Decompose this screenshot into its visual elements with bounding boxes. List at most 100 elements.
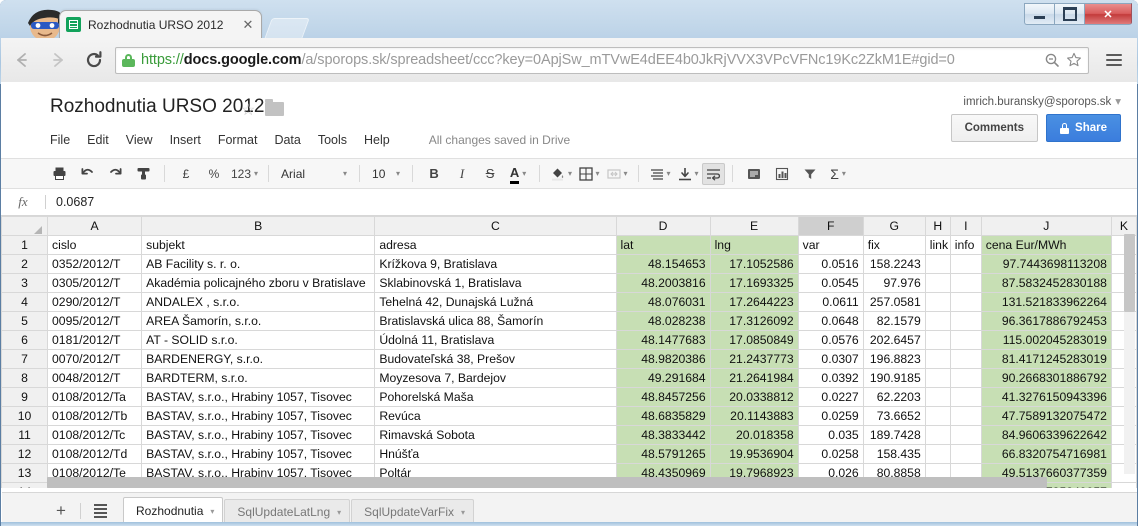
- zoom-out-icon[interactable]: [1044, 52, 1060, 68]
- cell-a4[interactable]: 0290/2012/T: [47, 292, 143, 312]
- col-header-d[interactable]: D: [615, 216, 711, 236]
- address-bar[interactable]: https://docs.google.com/a/sporops.sk/spr…: [115, 46, 1089, 74]
- fill-color-icon[interactable]: ▾: [547, 163, 575, 185]
- cell-f7[interactable]: 0.0307: [797, 349, 864, 369]
- cell-j8[interactable]: 90.2668301886792: [980, 368, 1112, 388]
- menu-insert[interactable]: Insert: [170, 131, 210, 149]
- cell-i4[interactable]: [949, 292, 982, 312]
- cell-h9[interactable]: [924, 387, 951, 407]
- row-header[interactable]: 11: [1, 425, 49, 445]
- select-all-corner[interactable]: [1, 216, 49, 236]
- cell-g1[interactable]: fix: [862, 235, 926, 255]
- cell-f4[interactable]: 0.0611: [797, 292, 864, 312]
- cell-e8[interactable]: 21.2641984: [709, 368, 799, 388]
- row-header[interactable]: 13: [1, 463, 49, 483]
- text-color-button[interactable]: A ▾: [504, 163, 532, 185]
- cell-d9[interactable]: 48.8457256: [615, 387, 711, 407]
- cell-a10[interactable]: 0108/2012/Tb: [47, 406, 143, 426]
- account-email[interactable]: imrich.buransky@sporops.sk ▾: [963, 94, 1121, 108]
- cell-i10[interactable]: [949, 406, 982, 426]
- cell-c5[interactable]: Bratislavská ulica 88, Šamorín: [374, 311, 617, 331]
- cell-h8[interactable]: [924, 368, 951, 388]
- paint-format-icon[interactable]: [129, 163, 157, 185]
- strikethrough-button[interactable]: S: [476, 163, 504, 185]
- cell-h1[interactable]: link: [924, 235, 951, 255]
- cell-a3[interactable]: 0305/2012/T: [47, 273, 143, 293]
- menu-tools[interactable]: Tools: [318, 131, 356, 149]
- cell-f10[interactable]: 0.0259: [797, 406, 864, 426]
- cell-d10[interactable]: 48.6835829: [615, 406, 711, 426]
- cell-j11[interactable]: 84.9606339622642: [980, 425, 1112, 445]
- add-sheet-button[interactable]: +: [46, 498, 76, 524]
- cell-j5[interactable]: 96.3617886792453: [980, 311, 1112, 331]
- cell-b11[interactable]: BASTAV, s.r.o., Hrabiny 1057, Tisovec: [141, 425, 376, 445]
- cell-d3[interactable]: 48.2003816: [615, 273, 711, 293]
- cell-g7[interactable]: 196.8823: [862, 349, 926, 369]
- filter-icon[interactable]: [796, 163, 824, 185]
- row-header[interactable]: 12: [1, 444, 49, 464]
- cell-h12[interactable]: [924, 444, 951, 464]
- cell-a5[interactable]: 0095/2012/T: [47, 311, 143, 331]
- cell-g10[interactable]: 73.6652: [862, 406, 926, 426]
- cell-g12[interactable]: 158.435: [862, 444, 926, 464]
- sheet-tab-sqlupdatevarfix[interactable]: SqlUpdateVarFix ▾: [351, 499, 475, 524]
- row-header[interactable]: 1: [1, 235, 49, 255]
- menu-data[interactable]: Data: [274, 131, 309, 149]
- col-header-g[interactable]: G: [862, 216, 926, 236]
- cell-b1[interactable]: subjekt: [141, 235, 376, 255]
- cell-j12[interactable]: 66.8320754716981: [980, 444, 1112, 464]
- cell-a1[interactable]: cislo: [47, 235, 143, 255]
- cell-d4[interactable]: 48.076031: [615, 292, 711, 312]
- chevron-down-icon[interactable]: ▾: [461, 508, 465, 517]
- cell-f6[interactable]: 0.0576: [797, 330, 864, 350]
- cell-h11[interactable]: [924, 425, 951, 445]
- cell-g6[interactable]: 202.6457: [862, 330, 926, 350]
- row-header[interactable]: 3: [1, 273, 49, 293]
- cell-a6[interactable]: 0181/2012/T: [47, 330, 143, 350]
- row-header[interactable]: 6: [1, 330, 49, 350]
- cell-b10[interactable]: BASTAV, s.r.o., Hrabiny 1057, Tisovec: [141, 406, 376, 426]
- row-header[interactable]: 10: [1, 406, 49, 426]
- cell-c9[interactable]: Pohorelská Maša: [374, 387, 617, 407]
- cell-d5[interactable]: 48.028238: [615, 311, 711, 331]
- cell-i12[interactable]: [949, 444, 982, 464]
- cell-c12[interactable]: Hnúšťa: [374, 444, 617, 464]
- cell-c7[interactable]: Budovateľská 38, Prešov: [374, 349, 617, 369]
- menu-format[interactable]: Format: [218, 131, 267, 149]
- cell-i8[interactable]: [949, 368, 982, 388]
- cell-c10[interactable]: Revúca: [374, 406, 617, 426]
- table-row[interactable]: 1 cislo subjekt adresa lat lng var fix l…: [1, 235, 1137, 255]
- row-header[interactable]: 9: [1, 387, 49, 407]
- cell-f11[interactable]: 0.035: [797, 425, 864, 445]
- table-row[interactable]: 8 0048/2012/T BARDTERM, s.r.o. Moyzesova 7,…: [1, 368, 1137, 388]
- cell-e11[interactable]: 20.018358: [709, 425, 799, 445]
- redo-icon[interactable]: [101, 163, 129, 185]
- col-header-e[interactable]: E: [709, 216, 799, 236]
- cell-i6[interactable]: [949, 330, 982, 350]
- cell-e10[interactable]: 20.1143883: [709, 406, 799, 426]
- tab-close-icon[interactable]: ✕: [241, 18, 255, 32]
- col-header-b[interactable]: B: [141, 216, 376, 236]
- bold-button[interactable]: B: [420, 163, 448, 185]
- horizontal-scrollbar[interactable]: [47, 477, 1047, 488]
- percent-format-button[interactable]: %: [200, 163, 228, 185]
- cell-i3[interactable]: [949, 273, 982, 293]
- number-format-button[interactable]: 123 ▾: [228, 163, 261, 185]
- cell-j3[interactable]: 87.5832452830188: [980, 273, 1112, 293]
- cell-g3[interactable]: 97.976: [862, 273, 926, 293]
- cell-j9[interactable]: 41.3276150943396: [980, 387, 1112, 407]
- cell-k14[interactable]: [1110, 482, 1137, 488]
- cell-e9[interactable]: 20.0338812: [709, 387, 799, 407]
- cell-f3[interactable]: 0.0545: [797, 273, 864, 293]
- table-row[interactable]: 11 0108/2012/Tc BASTAV, s.r.o., Hrabiny 10…: [1, 425, 1137, 445]
- cell-h7[interactable]: [924, 349, 951, 369]
- cell-e7[interactable]: 21.2437773: [709, 349, 799, 369]
- cell-b9[interactable]: BASTAV, s.r.o., Hrabiny 1057, Tisovec: [141, 387, 376, 407]
- cell-i1[interactable]: info: [949, 235, 982, 255]
- cell-c6[interactable]: Údolná 11, Bratislava: [374, 330, 617, 350]
- cell-f12[interactable]: 0.0258: [797, 444, 864, 464]
- cell-e4[interactable]: 17.2644223: [709, 292, 799, 312]
- chevron-down-icon[interactable]: ▾: [210, 507, 214, 516]
- table-row[interactable]: 3 0305/2012/T Akadémia policajného zboru v…: [1, 273, 1137, 293]
- undo-icon[interactable]: [73, 163, 101, 185]
